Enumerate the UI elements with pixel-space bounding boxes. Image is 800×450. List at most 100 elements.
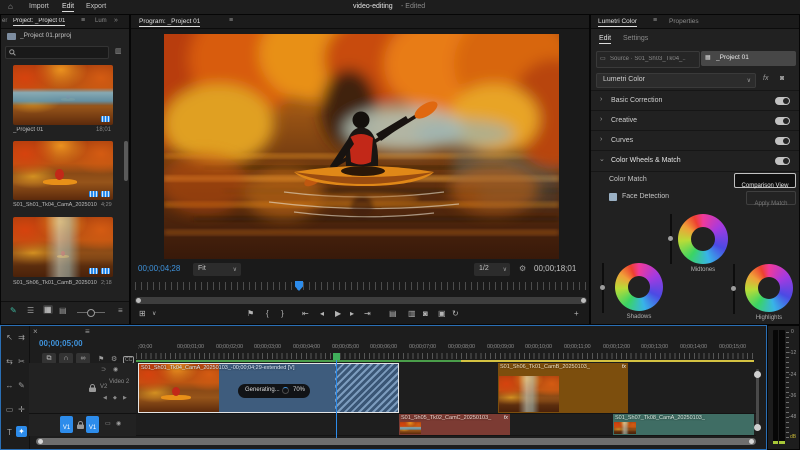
project-scrollbar[interactable] [124, 141, 128, 181]
bin-item-name[interactable]: S01_Sh01_Tk04_CamA_20250103.. [13, 202, 97, 208]
keyframe-add-icon[interactable]: ◆ [113, 395, 117, 401]
mark-out-button[interactable]: } [281, 309, 284, 318]
loop-button[interactable]: ↻ [452, 309, 459, 318]
rectangle-tool[interactable]: ▭ [4, 404, 15, 415]
timeline-hscrollbar[interactable] [36, 438, 756, 445]
section-creative[interactable]: › Creative [591, 110, 799, 131]
multicam-button[interactable]: ▣ [438, 309, 446, 318]
timeline-current-timecode[interactable]: 00;00;05;00 [39, 339, 83, 348]
bin-item-thumbnail[interactable] [13, 217, 113, 277]
extract-button[interactable]: ▥ [408, 309, 416, 318]
timeline-playhead-line[interactable] [336, 360, 337, 438]
section-curves[interactable]: › Curves [591, 130, 799, 151]
chevron-down-icon[interactable]: ∨ [152, 310, 156, 317]
add-marker-button[interactable]: ⚑ [247, 309, 254, 318]
go-to-in-button[interactable]: ⇤ [302, 309, 309, 318]
timeline-ruler[interactable]: ;00;00 00;00;01;00 00;00;02;00 00;00;03;… [136, 344, 756, 360]
lift-button[interactable]: ▤ [389, 309, 397, 318]
menu-export[interactable]: Export [86, 3, 106, 10]
zoom-slider-knob[interactable] [87, 309, 95, 317]
clip-cama-audio[interactable]: S01_Sh07_Tk08_CamA_20250103_ [613, 414, 754, 435]
subtab-settings[interactable]: Settings [623, 35, 648, 42]
hand-tool[interactable]: ✛ [16, 404, 27, 415]
slip-tool[interactable]: ↔ [4, 380, 15, 391]
track-select-tool[interactable]: ⇉ [16, 332, 27, 343]
effect-preset-dropdown[interactable]: Lumetri Color ∨ [596, 73, 756, 88]
track-target-v1[interactable]: V1 [86, 416, 99, 433]
project-toolbar-menu-icon[interactable]: ≡ [118, 306, 123, 315]
add-marker-button[interactable]: ⚑ [98, 355, 104, 363]
panel-menu-icon[interactable]: ≡ [81, 17, 85, 24]
track-v2-badge[interactable]: V2 [100, 384, 107, 390]
panel-menu-icon[interactable]: ≡ [85, 327, 90, 336]
razor-tool[interactable]: ✂ [16, 356, 27, 367]
search-input[interactable] [5, 46, 109, 59]
tab-project[interactable]: Project: _Project 01 [13, 18, 65, 26]
source-clip-button[interactable]: ▭ Source · S01_Sh03_Tk04_.. [596, 51, 700, 68]
bin-item-thumbnail[interactable] [13, 65, 113, 125]
clip-camb[interactable]: S01_Sh06_Tk01_CamB_20250103_ fx [498, 363, 628, 413]
keyframe-prev-icon[interactable]: ◀ [103, 395, 107, 401]
section-enable-toggle[interactable] [775, 157, 790, 165]
subtab-edit[interactable]: Edit [599, 35, 611, 44]
sync-lock-icon[interactable]: ⊃ [101, 366, 106, 373]
track-output-eye-icon[interactable]: ◉ [116, 420, 121, 427]
selection-tool[interactable]: ↖ [4, 332, 15, 343]
export-frame-button[interactable]: ◙ [423, 309, 428, 318]
freeform-view-icon[interactable]: ▤ [59, 306, 67, 315]
snapshot-icon[interactable]: ◙ [780, 75, 784, 82]
timeline-settings-wrench-icon[interactable]: ⚙ [111, 355, 117, 363]
track-monitor-icon[interactable]: ▭ [105, 420, 111, 427]
panel-menu-icon[interactable]: ≡ [229, 17, 233, 24]
midtones-color-wheel[interactable] [678, 214, 728, 264]
section-enable-toggle[interactable] [775, 117, 790, 125]
go-to-out-button[interactable]: ⇥ [364, 309, 371, 318]
section-basic-correction[interactable]: › Basic Correction [591, 90, 799, 111]
section-enable-toggle[interactable] [775, 97, 790, 105]
fx-bypass-icon[interactable]: fx [763, 75, 768, 82]
section-enable-toggle[interactable] [775, 137, 790, 145]
midtones-luma-knob[interactable] [668, 236, 673, 241]
hscrollbar-left-handle[interactable] [38, 439, 43, 444]
program-video-frame[interactable] [164, 34, 559, 259]
lock-icon[interactable] [89, 384, 96, 392]
type-tool[interactable]: T [4, 427, 15, 438]
section-color-wheels-match[interactable]: ⌄ Color Wheels & Match [591, 150, 799, 172]
lock-icon[interactable] [77, 421, 84, 429]
monitor-settings-wrench-icon[interactable]: ⚙ [519, 264, 526, 273]
list-view-icon[interactable]: ☰ [27, 306, 34, 315]
face-detection-checkbox[interactable]: ✓ [609, 193, 617, 201]
comparison-view-button[interactable]: Comparison View [734, 173, 796, 188]
ripple-edit-tool[interactable]: ⇆ [4, 356, 15, 367]
scrollbar-right-handle[interactable] [581, 298, 586, 303]
tab-lumetri-color[interactable]: Lumetri Color [598, 18, 637, 27]
shadows-luma-knob[interactable] [600, 285, 605, 290]
program-mini-ruler[interactable] [135, 282, 587, 290]
program-current-timecode[interactable]: 00;00;04;28 [138, 264, 180, 273]
hscrollbar-right-handle[interactable] [749, 439, 754, 444]
tab-lumetri-scopes[interactable]: Lum [95, 18, 107, 24]
target-sequence-button[interactable]: ▦ _Project 01 [701, 51, 796, 66]
panel-menu-icon[interactable]: ≡ [653, 17, 657, 24]
highlights-luma-knob[interactable] [731, 286, 736, 291]
apply-match-button[interactable]: Apply Match [746, 191, 796, 205]
clip-camc[interactable]: S01_Sh05_Tk02_CamC_20250103_ fx [399, 414, 510, 435]
vscrollbar-bottom-handle[interactable] [754, 424, 761, 431]
icon-view-icon[interactable]: ▦ [43, 305, 53, 314]
program-zoom-scrollbar[interactable] [135, 297, 587, 304]
tab-program[interactable]: Program: _Project 01 [139, 18, 200, 27]
step-back-button[interactable]: ◂ [320, 309, 324, 318]
scrollbar-left-handle[interactable] [136, 298, 141, 303]
poster-frame-button[interactable]: ⊞ [139, 309, 146, 318]
source-patch-v1[interactable]: V1 [60, 416, 73, 433]
bin-item-thumbnail[interactable] [13, 141, 113, 200]
project-writable-icon[interactable]: ✎ [10, 306, 17, 315]
step-forward-button[interactable]: ▸ [350, 309, 354, 318]
playback-resolution-dropdown[interactable]: 1/2 ∨ [474, 263, 510, 276]
fit-dropdown[interactable]: Fit ∨ [193, 263, 241, 276]
close-panel-icon[interactable]: × [33, 327, 38, 336]
bin-item-name[interactable]: S01_Sh06_Tk01_CamB_20250103.. [13, 280, 97, 286]
home-icon[interactable]: ⌂ [8, 2, 13, 11]
timeline-vscrollbar[interactable] [756, 369, 759, 431]
tab-properties[interactable]: Properties [669, 18, 699, 25]
